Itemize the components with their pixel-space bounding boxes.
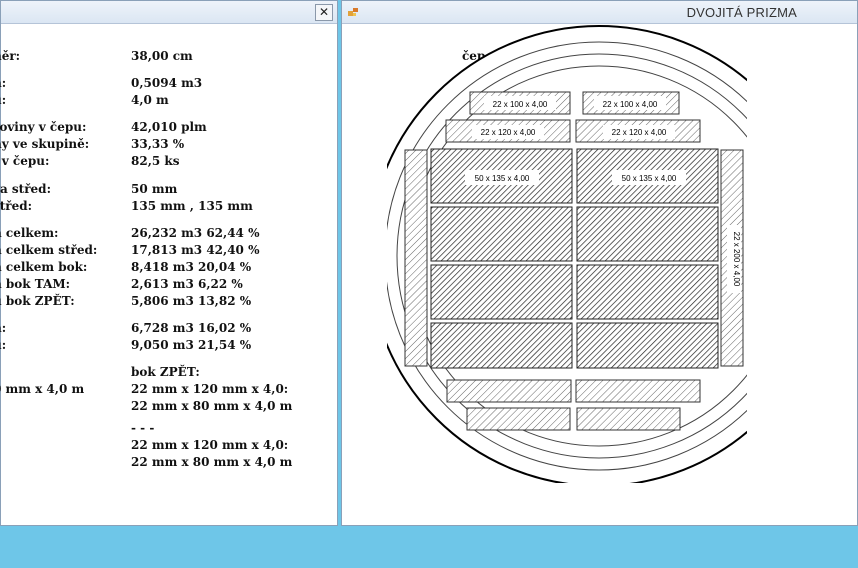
board-bottom-right — [575, 379, 701, 403]
label-second-right: 22 x 120 x 4,00 — [612, 128, 667, 137]
result-row: roviny v čepu: 42,010 plm — [0, 120, 337, 135]
result-label: u: — [0, 338, 7, 352]
board-bottom2-right — [576, 407, 681, 431]
prism-block-r4-left — [430, 322, 573, 369]
board-side-left — [404, 149, 428, 367]
result-row: střed: 135 mm , 135 mm — [0, 199, 337, 214]
result-label: u bok ZPĚT: — [0, 294, 75, 308]
result-value: 22 mm x 120 mm x 4,0: — [131, 382, 289, 396]
window-title: DVOJITÁ PRIZMA — [686, 5, 797, 20]
result-label: i v čepu: — [0, 154, 50, 168]
result-label: n: — [0, 76, 7, 90]
label-top-right: 22 x 100 x 4,00 — [603, 100, 658, 109]
result-row: 22 mm x 120 mm x 4,0: — [1, 438, 337, 453]
result-label: n: — [0, 321, 7, 335]
taskbar — [0, 526, 858, 568]
result-value: 8,418 m3 20,04 % — [131, 260, 252, 274]
result-value: 17,813 m3 42,40 % — [131, 243, 260, 257]
left-window: ✕ něr: 38,00 cm n: 0,5094 m3 u: 4,0 m roviny v… — [0, 0, 338, 526]
result-value: 22 mm x 80 mm x 4,0 m — [131, 455, 293, 469]
result-row: u bok ZPĚT: 5,806 m3 13,82 % — [0, 294, 337, 309]
result-value: 33,33 % — [131, 137, 185, 151]
result-value: 9,050 m3 21,54 % — [131, 338, 252, 352]
result-value: 50 mm — [131, 182, 178, 196]
result-value: 42,010 plm — [131, 120, 207, 134]
label-side: 22 x 200 x 4,00 — [732, 232, 741, 287]
result-row: něr: 38,00 cm — [0, 49, 337, 64]
result-value: 0,5094 m3 — [131, 76, 203, 90]
result-label: střed: — [0, 199, 33, 213]
result-value: 2,613 m3 6,22 % — [131, 277, 243, 291]
result-value: 26,232 m3 62,44 % — [131, 226, 260, 240]
result-label: ny ve skupině: — [0, 137, 90, 151]
app-icon — [348, 8, 358, 16]
result-value: 5,806 m3 13,82 % — [131, 294, 252, 308]
result-row: n: 0,5094 m3 — [0, 76, 337, 91]
right-titlebar: DVOJITÁ PRIZMA — [342, 1, 857, 24]
close-button[interactable]: ✕ — [315, 4, 333, 21]
result-row: 0 mm x 4,0 m 22 mm x 120 mm x 4,0: — [0, 382, 337, 397]
prism-block-r2-right — [576, 206, 719, 262]
result-row: i v čepu: 82,5 ks — [0, 154, 337, 169]
board-bottom2-left — [466, 407, 571, 431]
result-row: n celkem bok: 8,418 m3 20,04 % — [0, 260, 337, 275]
prism-block-r2-left — [430, 206, 573, 262]
result-row: u: 4,0 m — [0, 93, 337, 108]
label-top-left: 22 x 100 x 4,00 — [493, 100, 548, 109]
result-label: n celkem bok: — [0, 260, 88, 274]
result-value: 38,00 cm — [131, 49, 193, 63]
result-row: 22 mm x 80 mm x 4,0 m — [1, 455, 337, 470]
result-row: ny ve skupině: 33,33 % — [0, 137, 337, 152]
label-second-left: 22 x 120 x 4,00 — [481, 128, 536, 137]
board-bottom-left — [446, 379, 572, 403]
result-label: něr: — [0, 49, 21, 63]
result-label: u: — [0, 93, 7, 107]
result-value: 22 mm x 120 mm x 4,0: — [131, 438, 289, 452]
result-label: va střed: — [0, 182, 52, 196]
result-label: n celkem: — [0, 226, 59, 240]
result-value: 22 mm x 80 mm x 4,0 m — [131, 399, 293, 413]
label-center-right: 50 x 135 x 4,00 — [622, 174, 677, 183]
result-label: n celkem střed: — [0, 243, 98, 257]
log-cross-section-diagram: 22 x 100 x 4,00 22 x 100 x 4,00 22 x 120… — [387, 25, 747, 483]
label-center-left: 50 x 135 x 4,00 — [475, 174, 530, 183]
result-value: - - - — [131, 421, 155, 435]
result-value: 4,0 m — [131, 93, 169, 107]
result-value: 6,728 m3 16,02 % — [131, 321, 252, 335]
left-titlebar: ✕ — [1, 1, 337, 24]
result-row: n bok TAM: 2,613 m3 6,22 % — [0, 277, 337, 292]
result-row: n: 6,728 m3 16,02 % — [0, 321, 337, 336]
result-value: 135 mm , 135 mm — [131, 199, 253, 213]
result-label: n bok TAM: — [0, 277, 71, 291]
result-row: u: 9,050 m3 21,54 % — [0, 338, 337, 353]
prism-block-r4-right — [576, 322, 719, 369]
result-value: 82,5 ks — [131, 154, 180, 168]
result-label: roviny v čepu: — [0, 120, 87, 134]
prism-block-r3-right — [576, 264, 719, 320]
result-row: va střed: 50 mm — [0, 182, 337, 197]
result-row: n celkem střed: 17,813 m3 42,40 % — [0, 243, 337, 258]
result-row: bok ZPĚT: — [1, 365, 337, 380]
result-label: 0 mm x 4,0 m — [0, 382, 85, 396]
result-row: - - - — [1, 421, 337, 436]
result-value: bok ZPĚT: — [131, 365, 200, 379]
result-row: 22 mm x 80 mm x 4,0 m — [1, 399, 337, 414]
prism-block-r3-left — [430, 264, 573, 320]
result-row: n celkem: 26,232 m3 62,44 % — [0, 226, 337, 241]
